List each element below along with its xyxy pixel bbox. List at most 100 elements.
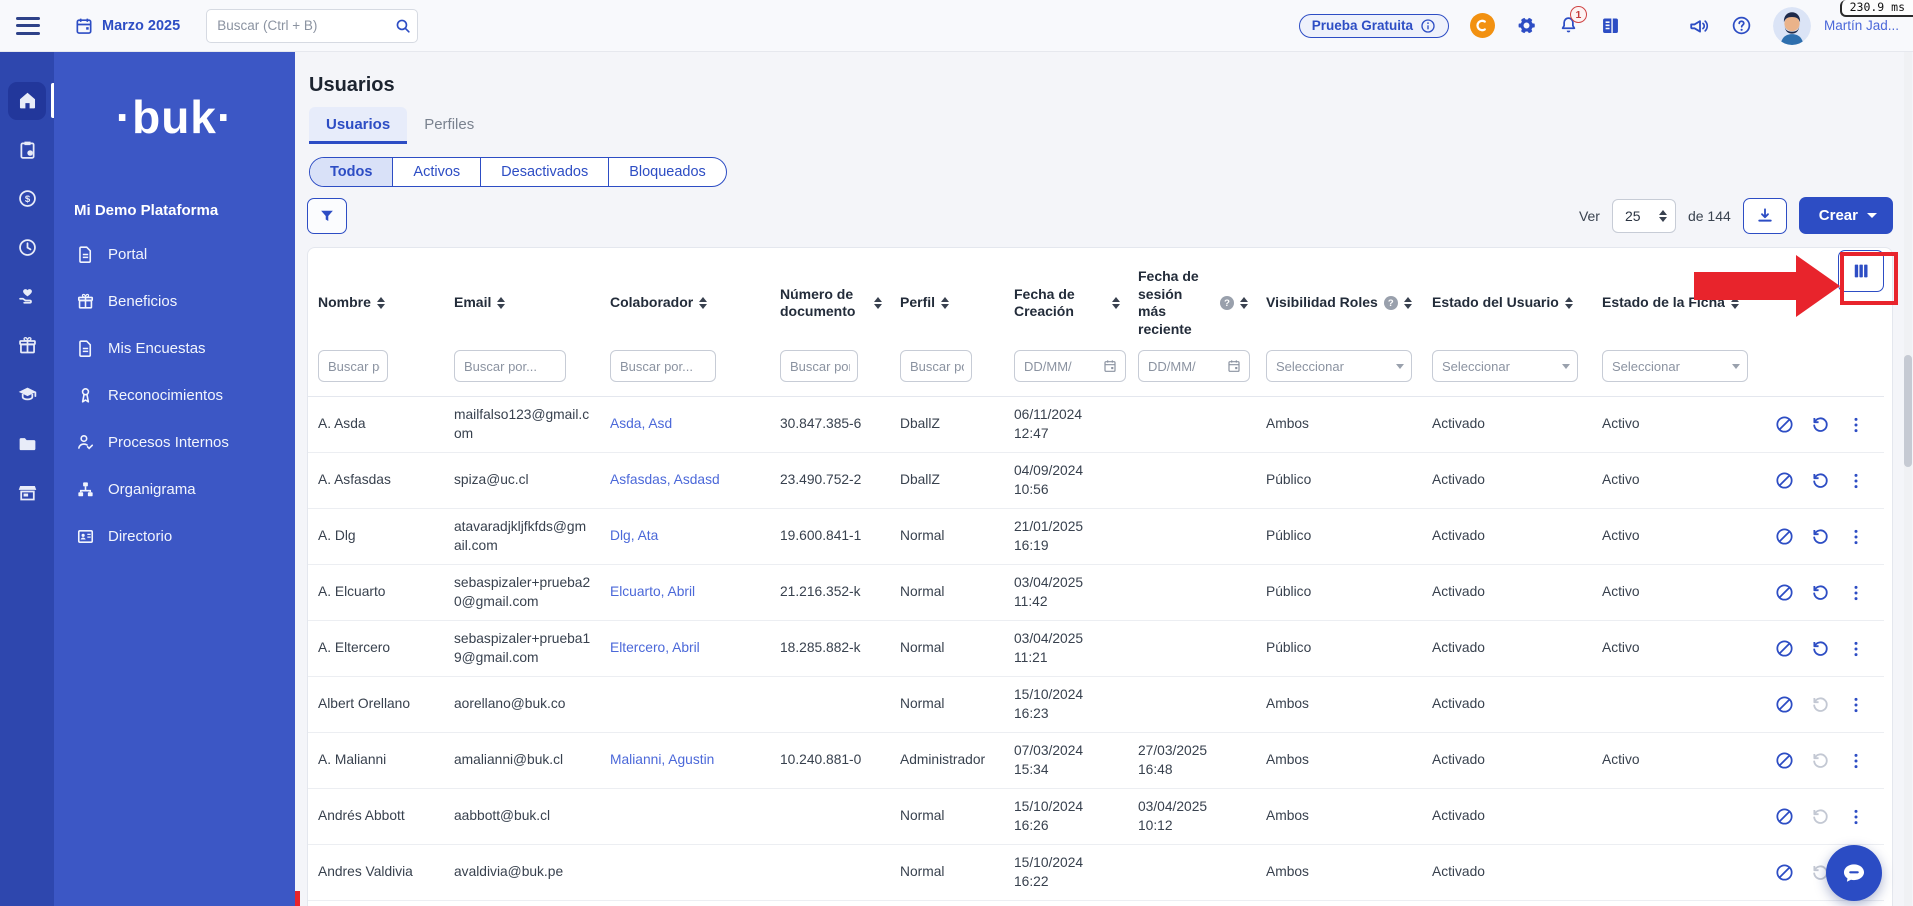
status-filter-activos[interactable]: Activos	[393, 158, 481, 186]
column-header-colaborador[interactable]: Colaborador	[600, 248, 770, 344]
row-restore-icon[interactable]	[1810, 526, 1831, 547]
search-input[interactable]	[217, 18, 394, 33]
row-block-icon[interactable]	[1774, 414, 1795, 435]
row-block-icon[interactable]	[1774, 638, 1795, 659]
tab-perfiles[interactable]: Perfiles	[407, 107, 491, 144]
date-filter-text[interactable]	[1024, 359, 1098, 374]
sidebar-item-procesos-internos[interactable]: Procesos Internos	[54, 419, 295, 466]
notifications-button[interactable]: 1	[1558, 15, 1579, 36]
money-icon: $	[17, 188, 38, 209]
sidebar-item-mis-encuestas[interactable]: Mis Encuestas	[54, 325, 295, 372]
gear-icon[interactable]	[1516, 15, 1537, 36]
row-restore-icon[interactable]	[1810, 582, 1831, 603]
create-button[interactable]: Crear	[1799, 197, 1893, 234]
row-menu-icon[interactable]	[1846, 807, 1866, 827]
rewards-button[interactable]	[1470, 13, 1495, 38]
date-filter-text[interactable]	[1148, 359, 1222, 374]
row-menu-icon[interactable]	[1846, 583, 1866, 603]
row-block-icon[interactable]	[1774, 582, 1795, 603]
row-menu-icon[interactable]	[1846, 527, 1866, 547]
rail-item-folder[interactable]	[0, 419, 54, 468]
row-block-icon[interactable]	[1774, 862, 1795, 883]
gift-icon	[17, 335, 38, 356]
help-icon[interactable]: ?	[1384, 296, 1398, 310]
row-restore-icon[interactable]	[1810, 470, 1831, 491]
buk-logo: ·buk·	[54, 90, 295, 144]
rail-item-clock[interactable]	[0, 223, 54, 272]
colaborador-link[interactable]: Elcuarto, Abril	[610, 584, 695, 599]
column-filter-select[interactable]: Seleccionar	[1266, 350, 1412, 382]
row-block-icon[interactable]	[1774, 806, 1795, 827]
rail-item-gift[interactable]	[0, 321, 54, 370]
help-icon[interactable]: ?	[1220, 296, 1234, 310]
column-header-perfil[interactable]: Perfil	[890, 248, 1004, 344]
column-header-email[interactable]: Email	[444, 248, 600, 344]
row-block-icon[interactable]	[1774, 470, 1795, 491]
row-restore-icon[interactable]	[1810, 638, 1831, 659]
rail-item-money[interactable]: $	[0, 174, 54, 223]
column-filter-input[interactable]	[620, 359, 708, 374]
column-header-estado-del-usuario[interactable]: Estado del Usuario	[1422, 248, 1592, 344]
sidebar-item-portal[interactable]: Portal	[54, 231, 295, 278]
rail-item-graduation[interactable]	[0, 370, 54, 419]
column-header-fecha-de-sesi-n-m-s-reciente[interactable]: Fecha de sesión más reciente?	[1128, 248, 1256, 344]
chat-button[interactable]	[1826, 845, 1882, 901]
row-restore-icon[interactable]	[1810, 414, 1831, 435]
date-filter-input[interactable]	[1014, 350, 1126, 382]
sidebar-item-directorio[interactable]: Directorio	[54, 513, 295, 560]
row-block-icon[interactable]	[1774, 694, 1795, 715]
row-block-icon[interactable]	[1774, 750, 1795, 771]
column-label: Nombre	[318, 294, 371, 312]
column-filter-input[interactable]	[328, 359, 380, 374]
column-header-fecha-de-creaci-n[interactable]: Fecha de Creación	[1004, 248, 1128, 344]
row-menu-icon[interactable]	[1846, 639, 1866, 659]
hamburger-menu-icon[interactable]	[16, 17, 40, 35]
user-name[interactable]: Martín Jad...	[1824, 18, 1899, 33]
status-filter-todos[interactable]: Todos	[310, 158, 393, 186]
avatar[interactable]	[1773, 7, 1811, 45]
column-header-n-mero-de-documento[interactable]: Número de documento	[770, 248, 890, 344]
row-menu-icon[interactable]	[1846, 695, 1866, 715]
sidebar-item-beneficios[interactable]: Beneficios	[54, 278, 295, 325]
cell-colaborador: Eltercero, Abril	[600, 621, 770, 677]
sidebar-item-reconocimientos[interactable]: Reconocimientos	[54, 372, 295, 419]
rail-item-clipboard[interactable]	[0, 125, 54, 174]
page-scrollbar-thumb[interactable]	[1904, 355, 1912, 467]
row-menu-icon[interactable]	[1846, 471, 1866, 491]
global-search[interactable]	[206, 9, 418, 43]
colaborador-link[interactable]: Eltercero, Abril	[610, 640, 700, 655]
rail-item-hand-heart[interactable]	[0, 272, 54, 321]
column-filter-input[interactable]	[464, 359, 558, 374]
column-header-visibilidad-roles[interactable]: Visibilidad Roles?	[1256, 248, 1422, 344]
row-menu-icon[interactable]	[1846, 415, 1866, 435]
colaborador-link[interactable]: Asda, Asd	[610, 416, 672, 431]
colaborador-link[interactable]: Malianni, Agustin	[610, 752, 714, 767]
colaborador-link[interactable]: Asfasdas, Asdasd	[610, 472, 720, 487]
column-filter-select[interactable]: Seleccionar	[1432, 350, 1578, 382]
rail-item-store[interactable]	[0, 468, 54, 517]
cell-nombre: A. Asda	[308, 397, 444, 453]
colaborador-link[interactable]: Dlg, Ata	[610, 528, 658, 543]
table-row: A. Eltercerosebaspizaler+prueba19@gmail.…	[308, 621, 1884, 677]
page-size-stepper[interactable]: 25	[1612, 199, 1676, 233]
status-filter-desactivados[interactable]: Desactivados	[481, 158, 609, 186]
period-selector[interactable]: Marzo 2025	[74, 16, 180, 36]
trial-badge[interactable]: Prueba Gratuita	[1299, 14, 1449, 38]
cell-nombre: A. Elcuarto	[308, 565, 444, 621]
board-icon[interactable]	[1600, 15, 1621, 36]
tab-usuarios[interactable]: Usuarios	[309, 107, 407, 144]
megaphone-icon[interactable]	[1688, 15, 1710, 37]
filter-button[interactable]	[307, 198, 347, 234]
row-block-icon[interactable]	[1774, 526, 1795, 547]
column-filter-select[interactable]: Seleccionar	[1602, 350, 1748, 382]
row-menu-icon[interactable]	[1846, 751, 1866, 771]
sidebar-item-organigrama[interactable]: Organigrama	[54, 466, 295, 513]
column-header-nombre[interactable]: Nombre	[308, 248, 444, 344]
column-filter-input[interactable]	[790, 359, 850, 374]
rail-item-home[interactable]	[0, 76, 54, 125]
column-filter-input[interactable]	[910, 359, 964, 374]
download-button[interactable]	[1743, 198, 1787, 234]
date-filter-input[interactable]	[1138, 350, 1250, 382]
status-filter-bloqueados[interactable]: Bloqueados	[609, 158, 726, 186]
help-icon[interactable]	[1731, 15, 1752, 36]
